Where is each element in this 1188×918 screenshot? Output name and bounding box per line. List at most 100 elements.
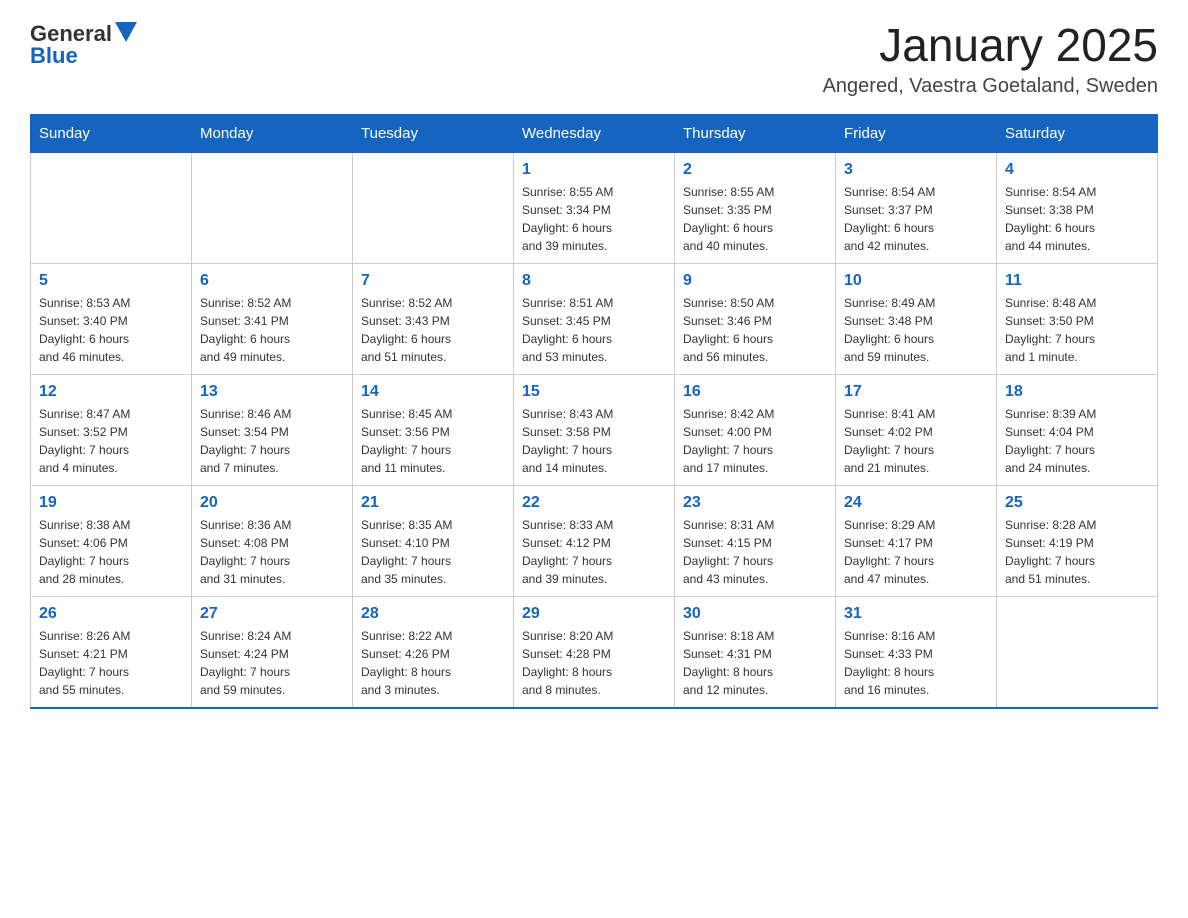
day-number: 20 [200,494,344,512]
calendar-cell: 31 Sunrise: 8:16 AM Sunset: 4:33 PM Dayli… [836,596,997,708]
calendar-subtitle: Angered, Vaestra Goetaland, Sweden [823,75,1158,98]
logo-triangle-icon [115,22,137,42]
logo: General Blue [30,20,137,69]
calendar-cell: 9 Sunrise: 8:50 AM Sunset: 3:46 PM Daylig… [675,263,836,374]
day-info: Sunrise: 8:54 AM Sunset: 3:38 PM Dayligh… [1005,183,1149,255]
day-info: Sunrise: 8:49 AM Sunset: 3:48 PM Dayligh… [844,294,988,366]
day-number: 4 [1005,161,1149,179]
header-saturday: Saturday [997,114,1158,152]
calendar-title: January 2025 [823,20,1158,71]
day-number: 3 [844,161,988,179]
header-friday: Friday [836,114,997,152]
calendar-cell [31,152,192,263]
day-number: 5 [39,272,183,290]
calendar-cell: 1 Sunrise: 8:55 AM Sunset: 3:34 PM Daylig… [514,152,675,263]
day-number: 8 [522,272,666,290]
page-header: General Blue January 2025 Angered, Vaest… [30,20,1158,98]
day-number: 27 [200,605,344,623]
day-info: Sunrise: 8:42 AM Sunset: 4:00 PM Dayligh… [683,405,827,477]
day-info: Sunrise: 8:52 AM Sunset: 3:41 PM Dayligh… [200,294,344,366]
day-info: Sunrise: 8:48 AM Sunset: 3:50 PM Dayligh… [1005,294,1149,366]
header-thursday: Thursday [675,114,836,152]
calendar-cell: 8 Sunrise: 8:51 AM Sunset: 3:45 PM Daylig… [514,263,675,374]
day-info: Sunrise: 8:26 AM Sunset: 4:21 PM Dayligh… [39,627,183,699]
day-info: Sunrise: 8:20 AM Sunset: 4:28 PM Dayligh… [522,627,666,699]
day-number: 9 [683,272,827,290]
calendar-body: 1 Sunrise: 8:55 AM Sunset: 3:34 PM Daylig… [31,152,1158,708]
day-number: 13 [200,383,344,401]
day-number: 21 [361,494,505,512]
calendar-cell [997,596,1158,708]
day-info: Sunrise: 8:28 AM Sunset: 4:19 PM Dayligh… [1005,516,1149,588]
calendar-cell: 13Sunrise: 8:46 AM Sunset: 3:54 PM Dayli… [192,374,353,485]
calendar-cell: 11Sunrise: 8:48 AM Sunset: 3:50 PM Dayli… [997,263,1158,374]
calendar-cell: 12Sunrise: 8:47 AM Sunset: 3:52 PM Dayli… [31,374,192,485]
day-info: Sunrise: 8:31 AM Sunset: 4:15 PM Dayligh… [683,516,827,588]
calendar-cell: 24 Sunrise: 8:29 AM Sunset: 4:17 PM Dayli… [836,485,997,596]
day-number: 30 [683,605,827,623]
calendar-cell: 6 Sunrise: 8:52 AM Sunset: 3:41 PM Daylig… [192,263,353,374]
logo-blue-text: Blue [30,43,78,69]
day-info: Sunrise: 8:52 AM Sunset: 3:43 PM Dayligh… [361,294,505,366]
calendar-cell: 15 Sunrise: 8:43 AM Sunset: 3:58 PM Dayli… [514,374,675,485]
day-info: Sunrise: 8:41 AM Sunset: 4:02 PM Dayligh… [844,405,988,477]
day-number: 16 [683,383,827,401]
day-number: 6 [200,272,344,290]
calendar-cell: 30 Sunrise: 8:18 AM Sunset: 4:31 PM Dayli… [675,596,836,708]
day-number: 24 [844,494,988,512]
day-number: 1 [522,161,666,179]
calendar-cell: 14Sunrise: 8:45 AM Sunset: 3:56 PM Dayli… [353,374,514,485]
calendar-week-2: 5 Sunrise: 8:53 AM Sunset: 3:40 PM Daylig… [31,263,1158,374]
calendar-cell: 29Sunrise: 8:20 AM Sunset: 4:28 PM Dayli… [514,596,675,708]
day-number: 26 [39,605,183,623]
day-info: Sunrise: 8:53 AM Sunset: 3:40 PM Dayligh… [39,294,183,366]
title-section: January 2025 Angered, Vaestra Goetaland,… [823,20,1158,98]
day-info: Sunrise: 8:43 AM Sunset: 3:58 PM Dayligh… [522,405,666,477]
calendar-cell: 22 Sunrise: 8:33 AM Sunset: 4:12 PM Dayli… [514,485,675,596]
day-number: 10 [844,272,988,290]
calendar-week-4: 19Sunrise: 8:38 AM Sunset: 4:06 PM Dayli… [31,485,1158,596]
day-info: Sunrise: 8:55 AM Sunset: 3:35 PM Dayligh… [683,183,827,255]
day-number: 25 [1005,494,1149,512]
calendar-cell: 21 Sunrise: 8:35 AM Sunset: 4:10 PM Dayli… [353,485,514,596]
day-info: Sunrise: 8:50 AM Sunset: 3:46 PM Dayligh… [683,294,827,366]
day-number: 31 [844,605,988,623]
calendar-table: Sunday Monday Tuesday Wednesday Thursday… [30,114,1158,709]
day-info: Sunrise: 8:16 AM Sunset: 4:33 PM Dayligh… [844,627,988,699]
calendar-cell [192,152,353,263]
day-info: Sunrise: 8:29 AM Sunset: 4:17 PM Dayligh… [844,516,988,588]
header-row: Sunday Monday Tuesday Wednesday Thursday… [31,114,1158,152]
calendar-cell: 25 Sunrise: 8:28 AM Sunset: 4:19 PM Dayli… [997,485,1158,596]
day-number: 22 [522,494,666,512]
calendar-cell: 3Sunrise: 8:54 AM Sunset: 3:37 PM Daylig… [836,152,997,263]
calendar-cell: 10 Sunrise: 8:49 AM Sunset: 3:48 PM Dayli… [836,263,997,374]
day-number: 7 [361,272,505,290]
day-number: 23 [683,494,827,512]
calendar-cell: 27 Sunrise: 8:24 AM Sunset: 4:24 PM Dayli… [192,596,353,708]
calendar-week-1: 1 Sunrise: 8:55 AM Sunset: 3:34 PM Daylig… [31,152,1158,263]
day-info: Sunrise: 8:24 AM Sunset: 4:24 PM Dayligh… [200,627,344,699]
calendar-cell: 2 Sunrise: 8:55 AM Sunset: 3:35 PM Daylig… [675,152,836,263]
day-info: Sunrise: 8:51 AM Sunset: 3:45 PM Dayligh… [522,294,666,366]
day-number: 12 [39,383,183,401]
calendar-cell: 16 Sunrise: 8:42 AM Sunset: 4:00 PM Dayli… [675,374,836,485]
day-number: 2 [683,161,827,179]
day-number: 28 [361,605,505,623]
day-number: 15 [522,383,666,401]
calendar-cell: 18Sunrise: 8:39 AM Sunset: 4:04 PM Dayli… [997,374,1158,485]
day-number: 14 [361,383,505,401]
day-info: Sunrise: 8:38 AM Sunset: 4:06 PM Dayligh… [39,516,183,588]
calendar-header: Sunday Monday Tuesday Wednesday Thursday… [31,114,1158,152]
day-info: Sunrise: 8:36 AM Sunset: 4:08 PM Dayligh… [200,516,344,588]
calendar-cell: 23 Sunrise: 8:31 AM Sunset: 4:15 PM Dayli… [675,485,836,596]
day-number: 18 [1005,383,1149,401]
day-info: Sunrise: 8:35 AM Sunset: 4:10 PM Dayligh… [361,516,505,588]
calendar-cell: 20 Sunrise: 8:36 AM Sunset: 4:08 PM Dayli… [192,485,353,596]
calendar-cell: 4 Sunrise: 8:54 AM Sunset: 3:38 PM Daylig… [997,152,1158,263]
day-number: 17 [844,383,988,401]
calendar-cell: 19Sunrise: 8:38 AM Sunset: 4:06 PM Dayli… [31,485,192,596]
day-info: Sunrise: 8:55 AM Sunset: 3:34 PM Dayligh… [522,183,666,255]
header-monday: Monday [192,114,353,152]
day-info: Sunrise: 8:33 AM Sunset: 4:12 PM Dayligh… [522,516,666,588]
day-info: Sunrise: 8:18 AM Sunset: 4:31 PM Dayligh… [683,627,827,699]
